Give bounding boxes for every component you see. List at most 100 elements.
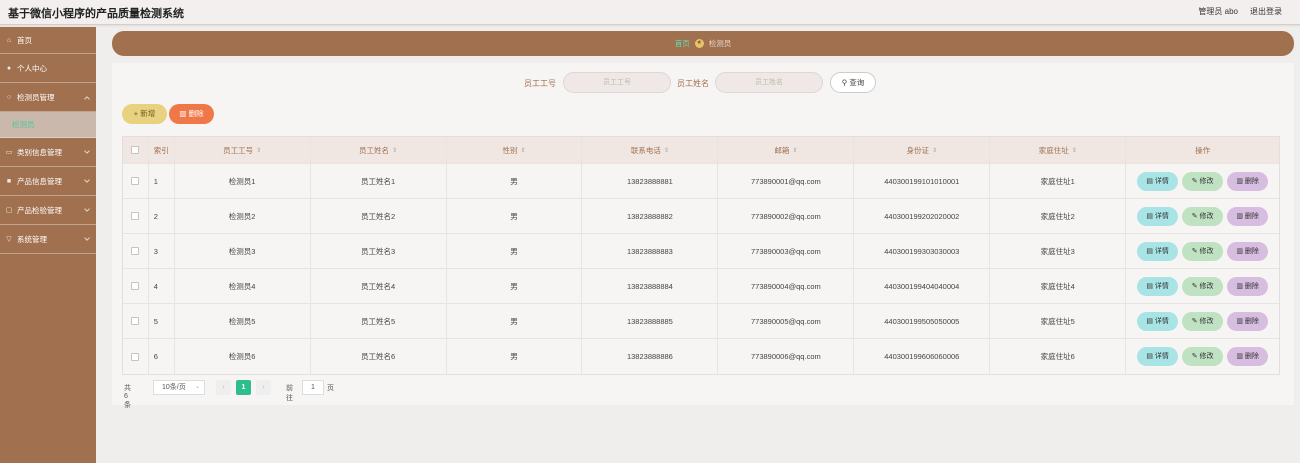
delete-button[interactable]: ▥ 删除 [1227,206,1269,226]
cell-email: 773890006@qq.com [718,339,855,374]
page-number-current[interactable]: 1 [236,380,251,395]
sort-icon[interactable]: ⇕ [520,147,525,154]
edit-button-label: 修改 [1199,247,1214,255]
header-employee-name[interactable]: 员工姓名 ⇕ [311,137,447,163]
trash-icon: ▥ [1236,317,1245,325]
employee-name-input[interactable]: 员工姓名 [715,72,823,93]
goto-page-input[interactable]: 1 [302,380,324,395]
goto-label: 前往 [286,385,293,402]
edit-button-label: 修改 [1199,212,1214,220]
sidebar-item-label: 产品检验管理 [17,205,62,215]
next-page-button[interactable]: › [256,380,271,395]
edit-button[interactable]: ✎ 修改 [1182,241,1224,261]
sidebar-item-profile[interactable]: ● 个人中心 [0,54,96,83]
view-button[interactable]: ▤ 详情 [1137,171,1179,191]
cell-operations: ▤ 详情 ✎ 修改 ▥ 删除 [1126,199,1279,233]
cell-address: 家庭住址3 [990,234,1127,268]
breadcrumb-home[interactable]: 首页 [675,38,690,49]
prev-page-button[interactable]: ‹ [216,380,231,395]
delete-button[interactable]: ▥ 删除 [1227,347,1269,366]
row-select-cell [123,304,149,338]
cell-employee-id: 检测员3 [175,234,311,268]
cell-employee-name: 员工姓名6 [311,339,447,374]
batch-delete-button[interactable]: ▥ 删除 [169,104,214,124]
sidebar-item-system-mgmt[interactable]: ▽ 系统管理 [0,225,96,254]
select-all-checkbox[interactable] [131,146,140,154]
chevron-down-icon [84,148,90,154]
header-employee-id[interactable]: 员工工号 ⇕ [175,137,311,163]
pencil-icon: ✎ [1191,282,1200,290]
header-address[interactable]: 家庭住址 ⇕ [990,137,1127,163]
person-icon: ● [6,64,12,72]
header-label: 邮箱 [774,145,790,155]
sidebar-item-home[interactable]: ⌂ 首页 [0,27,96,54]
sort-icon[interactable]: ⇕ [256,147,261,154]
cell-phone: 13823888881 [582,164,719,198]
delete-button[interactable]: ▥ 删除 [1227,276,1269,296]
logout-link[interactable]: 退出登录 [1250,6,1282,17]
trash-icon: ▥ [1236,353,1245,360]
sort-icon[interactable]: ⇕ [792,147,797,154]
row-checkbox[interactable] [131,317,140,325]
cell-phone: 13823888886 [582,339,719,374]
table-row: 1 检测员1 员工姓名1 男 13823888881 773890001@qq.com 44… [123,164,1279,199]
sidebar-item-inspection-mgmt[interactable]: ▢ 产品检验管理 [0,196,96,225]
edit-button[interactable]: ✎ 修改 [1182,171,1224,191]
table-row: 3 检测员3 员工姓名3 男 13823888883 773890003@qq.com 44… [123,234,1279,269]
cell-email: 773890001@qq.com [718,164,855,198]
cell-address: 家庭住址2 [990,199,1127,233]
sidebar-subitem-inspector[interactable]: 检测员 [0,112,96,138]
sidebar-item-category-mgmt[interactable]: ▭ 类别信息管理 [0,138,96,167]
employee-id-input[interactable]: 员工工号 [563,72,671,93]
row-checkbox[interactable] [131,212,140,220]
edit-button[interactable]: ✎ 修改 [1182,276,1224,296]
sort-icon[interactable]: ⇕ [1072,147,1077,154]
delete-button[interactable]: ▥ 删除 [1227,311,1269,331]
row-select-cell [123,269,149,303]
sort-icon[interactable]: ⇕ [932,147,937,154]
folder-icon: ▭ [5,149,13,156]
sort-icon[interactable]: ⇕ [392,147,397,154]
cell-gender: 男 [447,339,583,374]
view-button[interactable]: ▤ 详情 [1137,347,1179,366]
header-email[interactable]: 邮箱 ⇕ [718,137,855,163]
header-gender[interactable]: 性别 ⇕ [447,137,583,163]
edit-button[interactable]: ✎ 修改 [1182,347,1224,366]
row-checkbox[interactable] [131,177,140,185]
employee-name-label: 员工姓名 [677,79,709,88]
home-icon: ⌂ [6,36,12,44]
edit-button[interactable]: ✎ 修改 [1182,311,1224,331]
cell-gender: 男 [447,164,583,198]
cell-operations: ▤ 详情 ✎ 修改 ▥ 删除 [1126,164,1279,198]
delete-button[interactable]: ▥ 删除 [1227,241,1269,261]
cell-address: 家庭住址6 [990,339,1127,374]
edit-button[interactable]: ✎ 修改 [1182,206,1224,226]
table-header-row: 索引 员工工号 ⇕ 员工姓名 ⇕ 性别 ⇕ 联系电话 ⇕ 邮箱 ⇕ 身份证 ⇕ 家庭住址 ⇕ … [123,137,1279,164]
page-size-select[interactable]: 10条/页 ⌄ [153,380,205,395]
delete-button[interactable]: ▥ 删除 [1227,171,1269,191]
view-button-label: 详情 [1154,177,1169,185]
add-button[interactable]: + 新增 [122,104,167,124]
header-id-card[interactable]: 身份证 ⇕ [854,137,991,163]
cell-operations: ▤ 详情 ✎ 修改 ▥ 删除 [1126,339,1279,374]
sidebar-item-product-mgmt[interactable]: ■ 产品信息管理 [0,167,96,196]
row-checkbox[interactable] [131,282,140,290]
cell-address: 家庭住址4 [990,269,1127,303]
sort-icon[interactable]: ⇕ [664,147,669,154]
view-button[interactable]: ▤ 详情 [1137,241,1179,261]
search-button[interactable]: ⚲ 查询 [830,72,876,93]
chevron-down-icon [84,177,90,183]
page-size-value: 10条/页 [162,384,186,391]
cell-index: 4 [149,269,175,303]
plus-icon: + [133,109,139,118]
cell-id-card: 440300199202020002 [854,199,991,233]
row-checkbox[interactable] [131,247,140,255]
header-phone[interactable]: 联系电话 ⇕ [582,137,719,163]
header-index: 索引 [149,137,175,163]
view-button[interactable]: ▤ 详情 [1137,206,1179,226]
header-operations: 操作 [1195,145,1211,155]
sidebar-item-inspector-mgmt[interactable]: ○ 检测员管理 [0,83,96,112]
row-checkbox[interactable] [131,352,140,361]
view-button[interactable]: ▤ 详情 [1137,311,1179,331]
view-button[interactable]: ▤ 详情 [1137,276,1179,296]
